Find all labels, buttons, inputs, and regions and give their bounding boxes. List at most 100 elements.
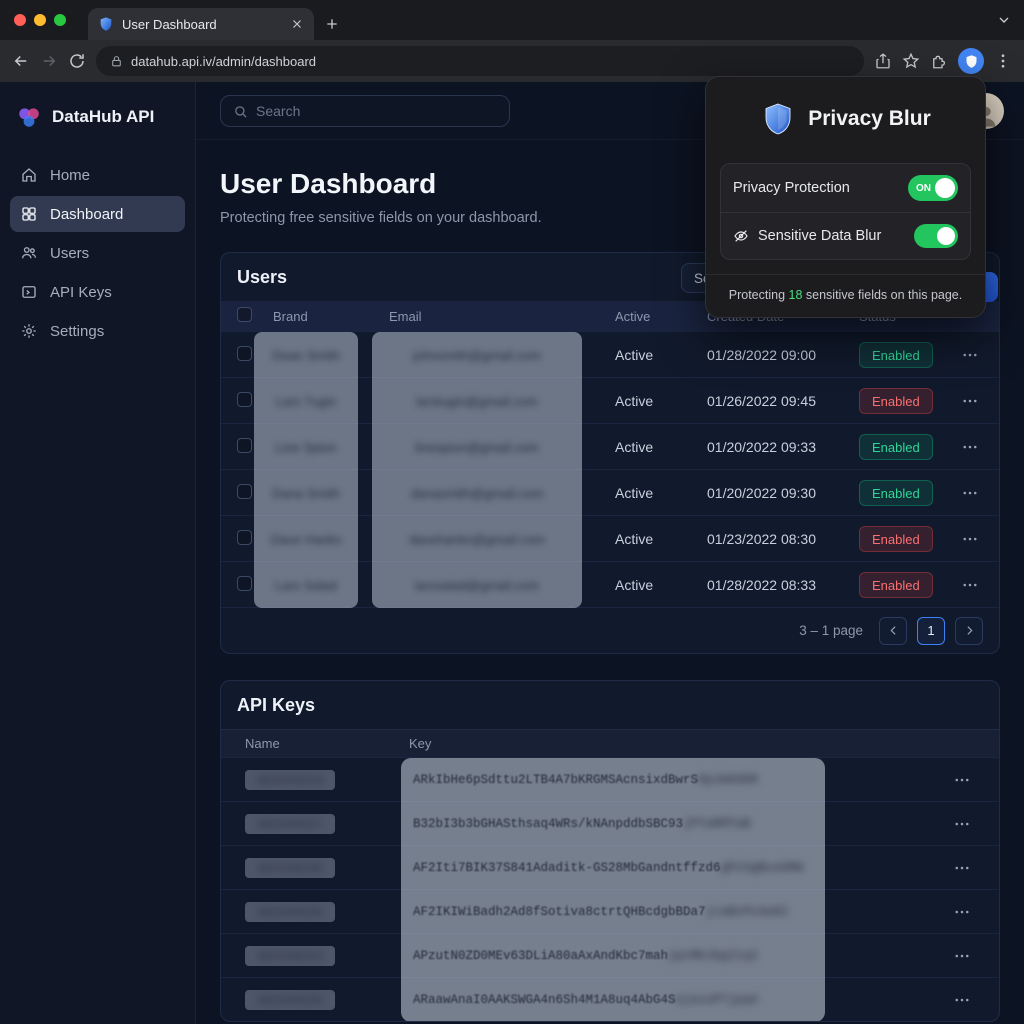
users-icon (20, 244, 38, 262)
forward-icon[interactable] (40, 52, 58, 70)
sidebar-item-label: Dashboard (50, 206, 123, 223)
sidebar-item-label: API Keys (50, 284, 112, 301)
blurred-api-key: B32bI3b3bGHASthsaq4WRs/kNAnpddbSBC93jPTa… (401, 802, 825, 846)
row-menu-icon[interactable] (961, 346, 979, 364)
search-field[interactable] (220, 95, 510, 127)
sensitive-data-blur-label: Sensitive Data Blur (758, 228, 905, 244)
tab-search-chevron-icon[interactable] (996, 12, 1012, 28)
row-menu-icon[interactable] (953, 859, 971, 877)
brand-logo-icon (16, 104, 42, 130)
reload-icon[interactable] (68, 52, 86, 70)
toggle-knob (937, 227, 955, 245)
table-row: Dave Hanks davehanks@gmail.com Active 01… (221, 515, 999, 561)
shield-icon (760, 101, 796, 137)
privacy-protection-toggle[interactable]: ON (908, 175, 958, 201)
column-header-active: Active (615, 309, 707, 324)
row-checkbox[interactable] (237, 530, 252, 545)
browser-tab[interactable]: User Dashboard (88, 8, 314, 40)
api-key-row: MDGKB208 AF2IKIWiBadh2Ad8fSotiva8ctrtQHB… (221, 889, 999, 933)
users-section-title: Users (237, 267, 287, 288)
share-icon[interactable] (874, 52, 892, 70)
maximize-window-button[interactable] (54, 14, 66, 26)
extensions-puzzle-icon[interactable] (930, 52, 948, 70)
row-menu-icon[interactable] (953, 815, 971, 833)
eye-off-icon (733, 228, 749, 244)
row-menu-icon[interactable] (953, 947, 971, 965)
api-key-row: MDWKB204 ARkIbHe6pSdttu2LTB4A7bKRGMSAcns… (221, 757, 999, 801)
row-checkbox[interactable] (237, 484, 252, 499)
created-date-cell: 01/20/2022 09:33 (707, 439, 859, 455)
row-menu-icon[interactable] (961, 576, 979, 594)
row-menu-icon[interactable] (953, 991, 971, 1009)
status-badge: Enabled (859, 480, 933, 506)
column-header-name: Name (245, 736, 409, 751)
api-keys-card: API Keys Name Key MDWKB204 ARkIbHe6pSdtt… (220, 680, 1000, 1022)
blurred-email-cell: danasmith@gmail.com (372, 470, 582, 516)
sensitive-data-blur-toggle[interactable] (914, 224, 958, 248)
privacy-blur-extension-icon[interactable] (958, 48, 984, 74)
dashboard-grid-icon (20, 205, 38, 223)
pagination-label: 3 – 1 page (799, 623, 863, 638)
blurred-key-name: MDGKB208 (245, 902, 335, 922)
browser-tab-strip: User Dashboard (0, 0, 1024, 40)
select-all-checkbox[interactable] (237, 307, 252, 322)
new-tab-button[interactable] (324, 16, 340, 32)
bookmark-star-icon[interactable] (902, 52, 920, 70)
prev-page-button[interactable] (879, 617, 907, 645)
blurred-api-key: APzutN0ZD0MEv63DLiA80aAxAndKbc7mahjpcMbJ… (401, 934, 825, 978)
blurred-key-name: MDGKB206 (245, 858, 335, 878)
toggle-on-label: ON (916, 183, 931, 194)
row-menu-icon[interactable] (961, 484, 979, 502)
lock-icon[interactable] (110, 55, 123, 68)
blurred-name-cell: Lars Tugin (254, 378, 358, 424)
created-date-cell: 01/20/2022 09:30 (707, 485, 859, 501)
url-text: datahub.api.iv/admin/dashboard (131, 54, 316, 69)
sidebar-item-settings[interactable]: Settings (10, 313, 185, 349)
brand: DataHub API (0, 82, 195, 154)
browser-menu-kebab-icon[interactable] (994, 52, 1012, 70)
blurred-key-name: MDGKB203 (245, 946, 335, 966)
sidebar-item-home[interactable]: Home (10, 157, 185, 193)
minimize-window-button[interactable] (34, 14, 46, 26)
address-bar[interactable]: datahub.api.iv/admin/dashboard (96, 46, 864, 76)
row-menu-icon[interactable] (961, 392, 979, 410)
api-keys-icon (20, 283, 38, 301)
sensitive-data-blur-row: Sensitive Data Blur (721, 212, 970, 259)
current-page-button[interactable]: 1 (917, 617, 945, 645)
sidebar-item-users[interactable]: Users (10, 235, 185, 271)
row-checkbox[interactable] (237, 576, 252, 591)
row-checkbox[interactable] (237, 346, 252, 361)
blurred-name-cell: Dave Hanks (254, 516, 358, 562)
sidebar-item-api-keys[interactable]: API Keys (10, 274, 185, 310)
table-row: Line Spion linespion@gmail.com Active 01… (221, 423, 999, 469)
table-row: Lars Tugin larstugin@gmail.com Active 01… (221, 377, 999, 423)
brand-name: DataHub API (52, 107, 154, 127)
next-page-button[interactable] (955, 617, 983, 645)
blurred-name-cell: Dean Smith (254, 332, 358, 378)
status-badge: Enabled (859, 526, 933, 552)
tab-close-icon[interactable] (290, 17, 304, 31)
row-menu-icon[interactable] (961, 438, 979, 456)
back-icon[interactable] (12, 52, 30, 70)
close-window-button[interactable] (14, 14, 26, 26)
row-checkbox[interactable] (237, 438, 252, 453)
blurred-name-cell: Line Spion (254, 424, 358, 470)
blurred-key-name: MDWKB204 (245, 770, 335, 790)
popup-title: Privacy Blur (808, 107, 931, 131)
row-menu-icon[interactable] (953, 771, 971, 789)
created-date-cell: 01/26/2022 09:45 (707, 393, 859, 409)
search-input[interactable] (256, 103, 497, 119)
blurred-email-cell: johnsmith@gmail.com (372, 332, 582, 378)
row-menu-icon[interactable] (953, 903, 971, 921)
api-key-row: MDGKB206 AF2Iti7BIK37S841Adaditk-GS28MbG… (221, 845, 999, 889)
sidebar-item-dashboard[interactable]: Dashboard (10, 196, 185, 232)
blurred-email-cell: larstugin@gmail.com (372, 378, 582, 424)
row-menu-icon[interactable] (961, 530, 979, 548)
row-checkbox[interactable] (237, 392, 252, 407)
blurred-email-cell: davehanks@gmail.com (372, 516, 582, 562)
blurred-email-cell: larssalad@gmail.com (372, 562, 582, 608)
blurred-name-cell: Lars Salad (254, 562, 358, 608)
api-key-row: MDGKB203 APzutN0ZD0MEv63DLiA80aAxAndKbc7… (221, 933, 999, 977)
created-date-cell: 01/28/2022 09:00 (707, 347, 859, 363)
active-cell: Active (615, 347, 707, 363)
